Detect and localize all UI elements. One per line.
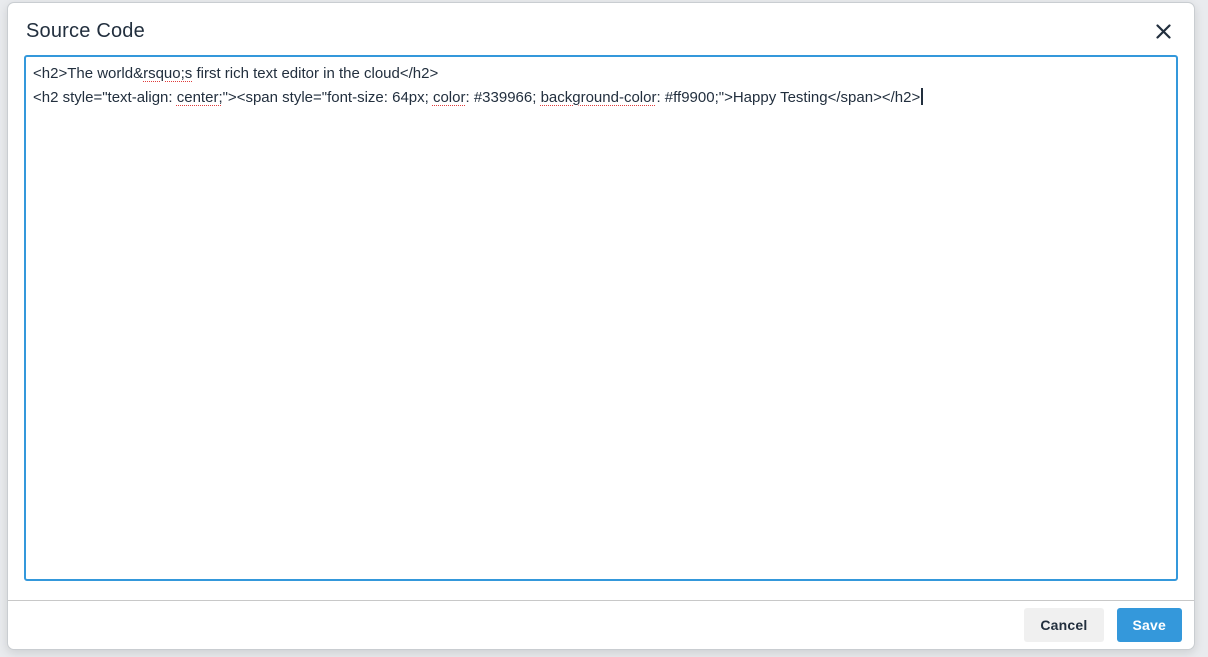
code-text: : #ff9900;">Happy Testing</span></h2>: [656, 89, 921, 106]
dialog-body: <h2>The world&rsquo;s first rich text ed…: [8, 55, 1194, 600]
misspelled-word: color: [432, 89, 466, 106]
code-text: "><span style="font-size: 64px;: [222, 89, 433, 106]
close-button[interactable]: [1148, 16, 1178, 46]
source-code-dialog: Source Code <h2>The world&rsquo;s first …: [7, 2, 1195, 650]
code-text: <h2>The world&: [33, 65, 144, 82]
code-text: first rich text editor in the cloud</h2>: [192, 65, 439, 82]
misspelled-word: background-color: [540, 89, 657, 106]
dialog-header: Source Code: [8, 3, 1194, 55]
code-line: <h2 style="text-align: center;"><span st…: [33, 86, 1169, 110]
misspelled-word: rsquo;s: [143, 65, 193, 82]
source-code-editor[interactable]: <h2>The world&rsquo;s first rich text ed…: [24, 55, 1178, 581]
dialog-title: Source Code: [26, 19, 145, 42]
misspelled-word: center;: [176, 89, 223, 106]
dialog-footer: Cancel Save: [8, 600, 1194, 649]
text-caret: [921, 88, 923, 105]
code-line: <h2>The world&rsquo;s first rich text ed…: [33, 62, 1169, 86]
cancel-button[interactable]: Cancel: [1024, 608, 1104, 642]
code-text: <h2 style="text-align:: [33, 89, 177, 106]
code-text: : #339966;: [465, 89, 541, 106]
close-icon: [1155, 23, 1171, 39]
save-button[interactable]: Save: [1116, 608, 1182, 642]
